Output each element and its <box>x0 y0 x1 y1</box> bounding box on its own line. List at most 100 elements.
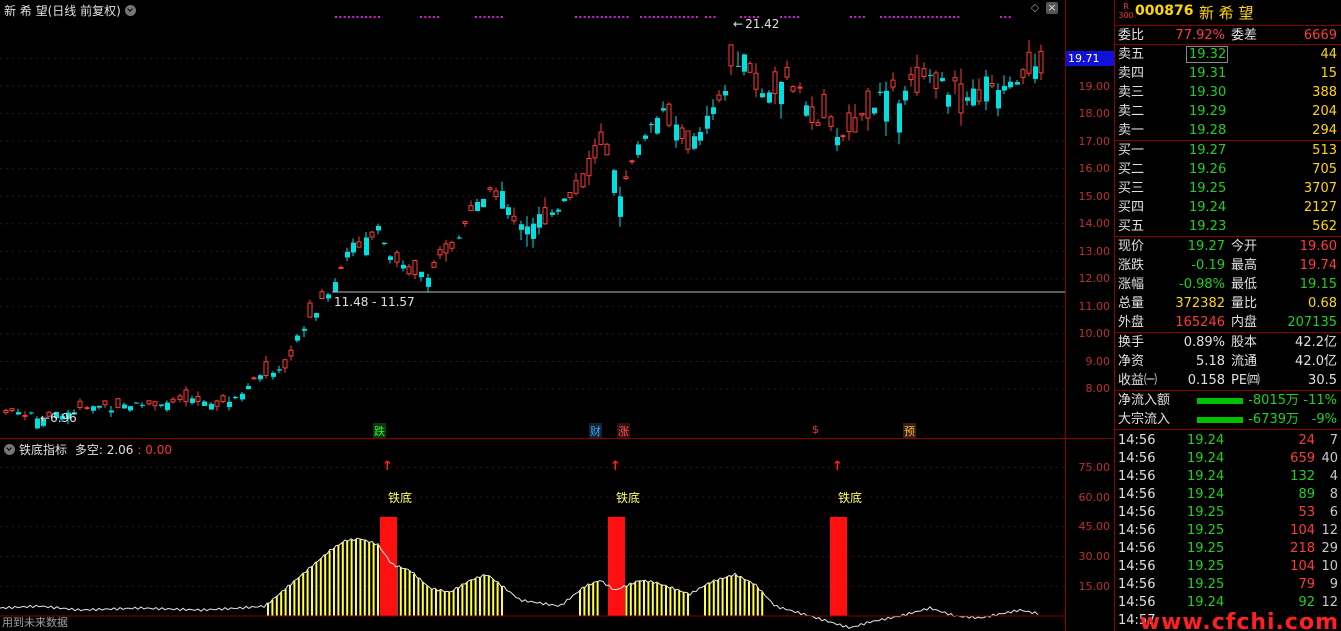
candle-body <box>401 264 406 269</box>
book-price: 19.25 <box>1189 181 1227 196</box>
candle-body <box>382 242 387 245</box>
book-row[interactable]: 买三 19.25 3707 <box>1115 179 1341 198</box>
candle-body <box>760 93 765 98</box>
tick-volume: 104 <box>1290 559 1315 574</box>
book-volume: 15 <box>1320 66 1337 81</box>
candle-body <box>679 127 685 140</box>
candle-body <box>612 170 617 194</box>
book-volume: 513 <box>1312 143 1337 158</box>
signal-bar <box>830 516 847 616</box>
info-dot <box>880 16 882 18</box>
stat-label: 外盘 <box>1118 315 1145 330</box>
stat-label: 内盘 <box>1231 315 1258 330</box>
candle-body <box>246 386 251 390</box>
stat-row: 总量 372382 量比 0.68 <box>1115 294 1341 313</box>
info-dot <box>592 16 595 18</box>
candle-body <box>3 410 9 414</box>
tick-count: 6 <box>1329 505 1338 520</box>
candle-body <box>629 160 635 163</box>
info-dot <box>596 16 599 18</box>
book-label: 买五 <box>1118 219 1145 234</box>
book-row[interactable]: 卖三 19.30 388 <box>1115 83 1341 102</box>
info-dot <box>622 16 625 18</box>
event-tag-fall[interactable]: 跌 <box>373 423 386 439</box>
tick-row[interactable]: 14:56 19.24 132 4 <box>1115 468 1341 486</box>
candle-body <box>487 187 493 190</box>
stat-label: 最低 <box>1231 277 1258 292</box>
close-icon[interactable]: × <box>1046 2 1058 14</box>
stock-code[interactable]: 000876 <box>1135 3 1193 19</box>
candle-body <box>97 405 102 408</box>
candle-body <box>16 412 21 415</box>
info-dot <box>709 16 712 18</box>
candle-body <box>1002 85 1007 91</box>
flow-bar <box>1197 398 1243 404</box>
book-row[interactable]: 卖五 19.32 44 <box>1115 45 1341 64</box>
candle-body <box>170 398 176 403</box>
tick-row[interactable]: 14:56 19.24 24 7 <box>1115 432 1341 450</box>
flow-row: 净流入额 -8015万 -11% <box>1115 391 1341 410</box>
tick-price: 19.24 <box>1187 469 1225 484</box>
book-volume: 3707 <box>1303 181 1337 196</box>
tick-row[interactable]: 14:56 19.25 79 9 <box>1115 576 1341 594</box>
candle-body <box>908 74 914 81</box>
stock-title-text: 新 希 望(日线 前复权) <box>4 4 121 18</box>
diamond-icon[interactable]: ◇ <box>1029 2 1041 14</box>
event-tag-forecast[interactable]: 预 <box>903 423 916 439</box>
candle-body <box>258 375 263 380</box>
tick-row[interactable]: 14:56 19.24 89 8 <box>1115 486 1341 504</box>
event-tag-dollar[interactable]: $ <box>812 423 819 436</box>
tick-time: 14:56 <box>1118 559 1156 574</box>
tick-row[interactable]: 14:56 19.25 53 6 <box>1115 504 1341 522</box>
stat-value: 0.158 <box>1187 373 1225 388</box>
tick-count: 10 <box>1321 559 1338 574</box>
ind-tick: 15.00 <box>1078 580 1111 593</box>
candle-body <box>790 86 796 92</box>
candle-body <box>394 252 400 263</box>
info-dot <box>343 16 346 18</box>
book-row[interactable]: 买一 19.27 513 <box>1115 141 1341 160</box>
tick-row[interactable]: 14:56 19.25 104 10 <box>1115 558 1341 576</box>
event-tag-rise[interactable]: 涨 <box>617 423 630 439</box>
indicator-chart[interactable]: 铁底指标 多空: 2.06: 0.00 ↑ 铁底 ↑ 铁底 ↑ 铁底 用到未来数… <box>0 438 1065 631</box>
info-dot <box>683 16 685 18</box>
book-row[interactable]: 卖一 19.28 294 <box>1115 121 1341 140</box>
book-row[interactable]: 买四 19.24 2127 <box>1115 198 1341 217</box>
info-dot <box>618 16 620 18</box>
tick-row[interactable]: 14:56 19.25 104 12 <box>1115 522 1341 540</box>
tick-volume: 104 <box>1290 523 1315 538</box>
chevron-down-icon[interactable] <box>4 444 15 455</box>
tick-row[interactable]: 14:56 19.25 218 29 <box>1115 540 1341 558</box>
candle-body <box>872 107 877 114</box>
event-tag-finance[interactable]: 财 <box>589 423 602 439</box>
fund-flow-block: 净流入额 -8015万 -11% 大宗流入 -6739万 -9% <box>1115 391 1341 430</box>
tick-row[interactable]: 14:56 19.24 659 40 <box>1115 450 1341 468</box>
book-label: 买四 <box>1118 200 1145 215</box>
candle-body <box>711 107 716 115</box>
book-row[interactable]: 卖四 19.31 15 <box>1115 64 1341 83</box>
candle-body <box>562 198 567 202</box>
book-row[interactable]: 卖二 19.29 204 <box>1115 102 1341 121</box>
stat-value: 0.68 <box>1308 296 1337 311</box>
book-price: 19.28 <box>1189 123 1227 138</box>
candle-body <box>109 410 114 413</box>
candle-body <box>190 398 195 404</box>
book-price: 19.24 <box>1189 200 1227 215</box>
book-volume: 204 <box>1312 104 1337 119</box>
info-dot <box>691 16 694 18</box>
tick-list[interactable]: 14:56 19.24 24 7 14:56 19.24 659 40 14:56 19.24 13… <box>1115 430 1341 630</box>
book-price: 19.27 <box>1189 143 1227 158</box>
candle-body <box>183 389 189 403</box>
tick-price: 19.25 <box>1187 505 1225 520</box>
book-row[interactable]: 买二 19.26 705 <box>1115 160 1341 179</box>
stat-row: 收益㈠ 0.158 PE㈣ 30.5 <box>1115 371 1341 390</box>
stat-label: 现价 <box>1118 239 1145 254</box>
kline-chart[interactable]: 新 希 望(日线 前复权) ◇ × ← 21.42 ←6.96 11.48 - 1… <box>0 0 1065 439</box>
book-row[interactable]: 买五 19.23 562 <box>1115 217 1341 236</box>
chevron-down-icon[interactable] <box>124 5 136 16</box>
candle-body <box>134 402 139 404</box>
stat-label: 量比 <box>1231 296 1258 311</box>
stock-name[interactable]: 新 希 望 <box>1199 2 1254 23</box>
indicator-axis: 75.00 60.00 45.00 30.00 15.00 <box>1065 438 1114 631</box>
candle-body <box>227 401 232 408</box>
